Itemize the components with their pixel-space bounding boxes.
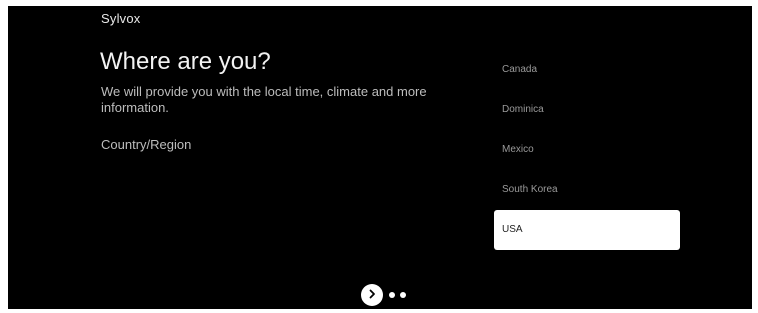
country-region-label: Country/Region (101, 137, 192, 152)
brand-logo: Sylvox (101, 11, 141, 26)
page-description: We will provide you with the local time,… (101, 84, 427, 115)
setup-screen: Sylvox Where are you? We will provide yo… (8, 6, 752, 309)
country-option-mexico[interactable]: Mexico (494, 130, 680, 170)
chevron-right-icon (367, 286, 377, 304)
page-title: Where are you? (100, 48, 271, 75)
next-button[interactable] (361, 284, 383, 306)
page-indicator (361, 283, 411, 307)
country-option-canada[interactable]: Canada (494, 50, 680, 90)
country-option-dominica[interactable]: Dominica (494, 90, 680, 130)
country-option-south-korea[interactable]: South Korea (494, 170, 680, 210)
page-dot (389, 292, 395, 298)
country-option-usa[interactable]: USA (494, 210, 680, 250)
country-list: Canada Dominica Mexico South Korea USA (494, 50, 680, 250)
page-dot (400, 292, 406, 298)
